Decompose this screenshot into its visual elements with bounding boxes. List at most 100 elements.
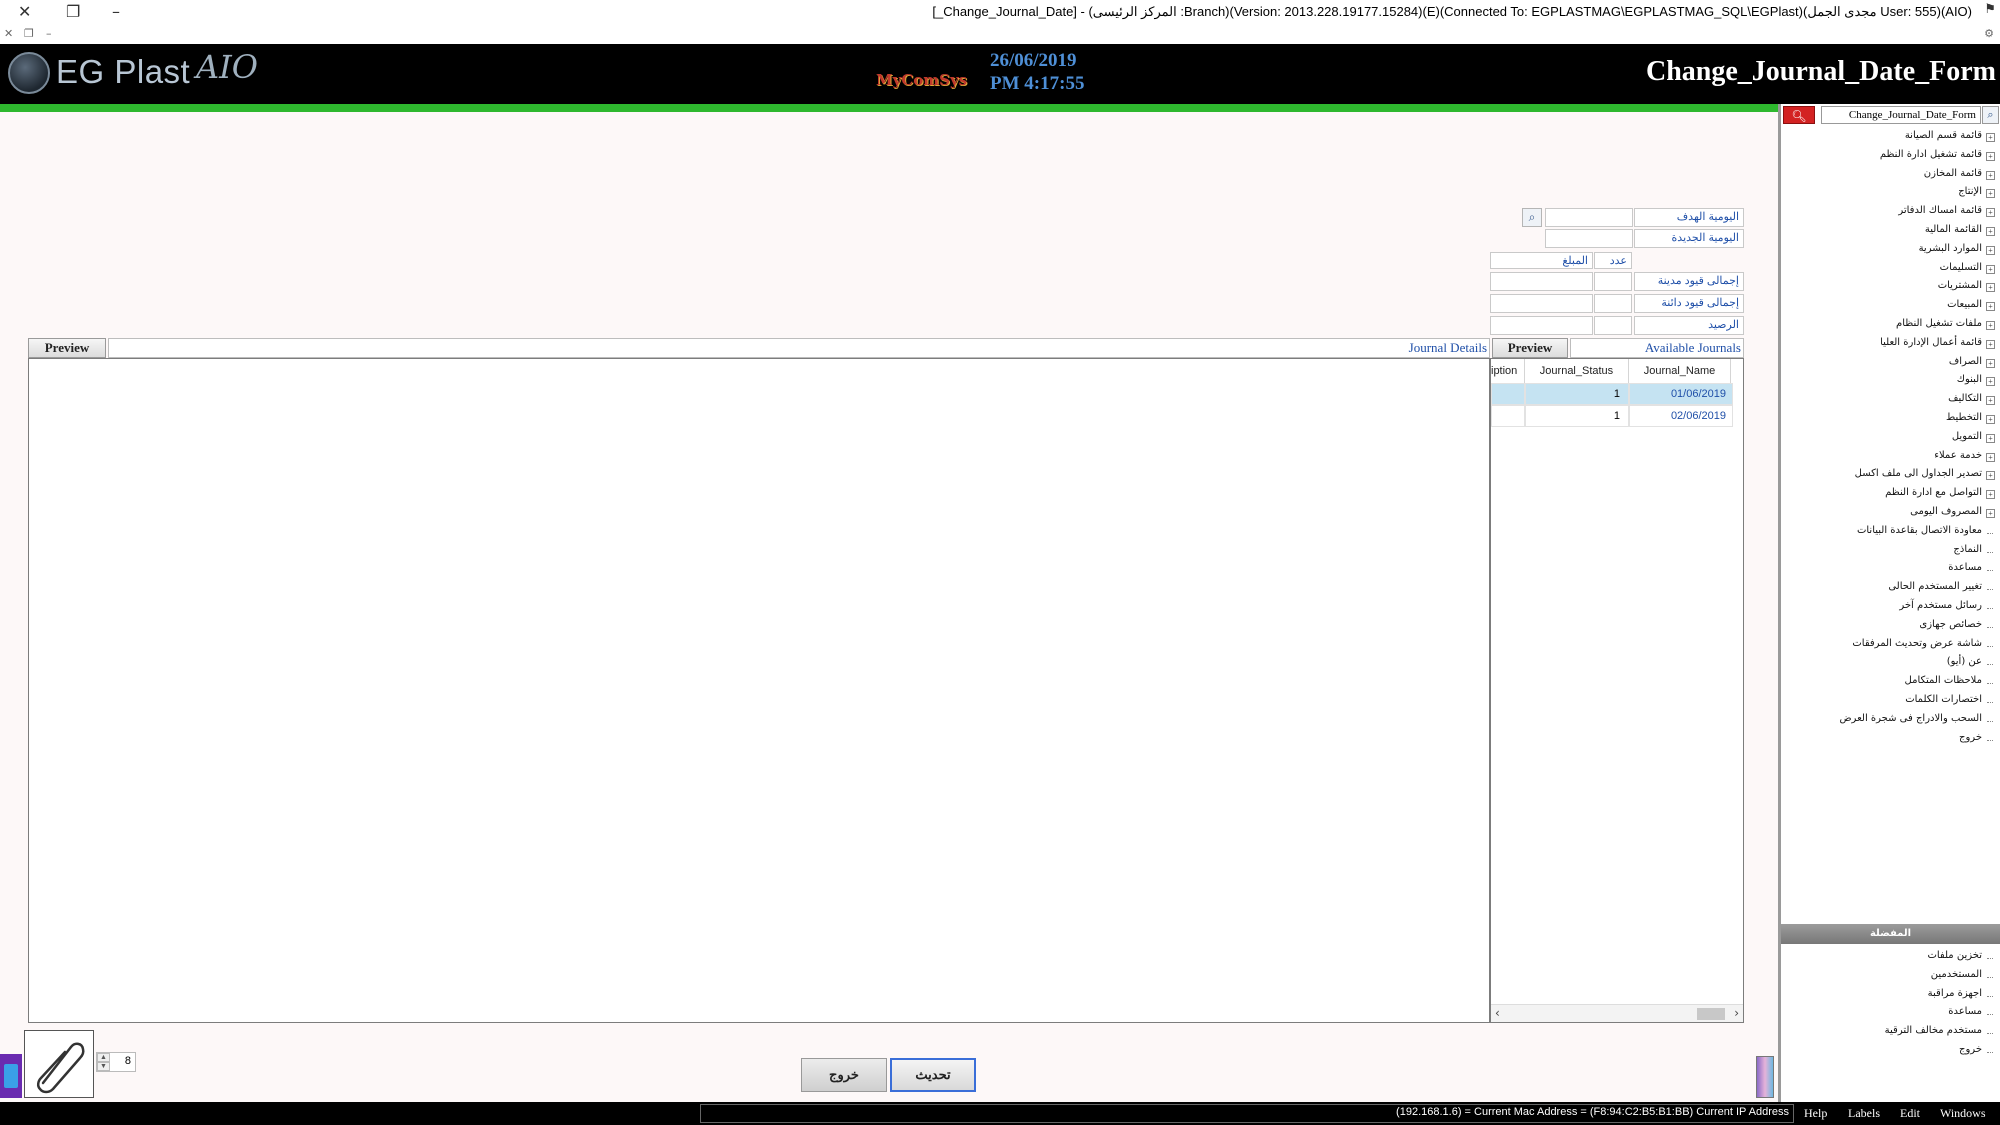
close-icon[interactable]: ✕ <box>18 2 31 21</box>
nav-item-label: الصراف <box>1948 355 1982 367</box>
balance-count <box>1594 316 1632 335</box>
expand-icon[interactable]: + <box>1986 339 1995 349</box>
tree-line-icon <box>1987 532 1993 534</box>
expand-icon[interactable]: + <box>1986 170 1995 180</box>
journals-preview-button[interactable]: Preview <box>1492 338 1568 358</box>
column-header-journal-status[interactable]: Journal_Status <box>1525 359 1629 383</box>
title-bar: ✕ ❐ – [_Change_Journal_Date] - (المركز ا… <box>0 0 2000 26</box>
mdi-settings-icon[interactable]: ⚙ <box>1984 27 1994 40</box>
horizontal-scrollbar[interactable]: ‹ › <box>1491 1004 1743 1022</box>
expand-icon[interactable]: + <box>1986 433 1995 443</box>
expand-icon[interactable]: + <box>1986 377 1995 387</box>
favorites-header: المفضلة <box>1781 924 2000 944</box>
row-description-cell <box>1491 383 1525 405</box>
nav-search-input[interactable]: Change_Journal_Date_Form <box>1821 106 1981 124</box>
scroll-thumb[interactable] <box>1697 1008 1725 1020</box>
expand-icon[interactable]: + <box>1986 415 1995 424</box>
minimize-icon[interactable]: – <box>112 2 120 21</box>
column-header-description[interactable]: iption <box>1491 359 1525 383</box>
menu-edit[interactable]: Edit <box>1900 1106 1920 1121</box>
update-button[interactable]: تحديث <box>890 1058 976 1092</box>
tree-line-icon <box>1987 608 1993 609</box>
details-preview-button[interactable]: Preview <box>28 338 106 358</box>
total-debit-amount <box>1490 272 1593 291</box>
side-tab[interactable] <box>0 1054 22 1098</box>
side-tab-icon <box>4 1064 18 1088</box>
status-bar: (192.168.1.6) = Current Mac Address = (F… <box>0 1102 2000 1125</box>
tree-line-icon <box>1987 645 1993 647</box>
expand-icon[interactable]: + <box>1986 208 1995 218</box>
column-header-journal-name[interactable]: Journal_Name <box>1629 359 1731 383</box>
header-date: 26/06/2019 <box>990 50 1077 71</box>
target-journal-field[interactable] <box>1545 208 1633 227</box>
app-name: EG Plast <box>56 53 191 90</box>
tree-line-icon <box>1987 702 1993 703</box>
page-spinner[interactable]: ▲ ▼ 8 <box>96 1052 136 1072</box>
expand-icon[interactable]: + <box>1986 227 1995 236</box>
app-header: EG Plast AIO MyComSys 26/06/2019 PM 4:17… <box>0 44 2000 104</box>
nav-item-label: التخطيط <box>1945 412 1982 423</box>
journal-search-icon[interactable]: ⌕ <box>1522 208 1542 227</box>
window-title: [_Change_Journal_Date] - (المركز الرئيسى… <box>932 4 1972 19</box>
row-name-cell: 02/06/2019 <box>1629 405 1733 427</box>
nav-item-label: المصروف اليومى <box>1910 506 1982 517</box>
nav-item-label: قائمة أعمال الإدارة العليا <box>1880 336 1982 348</box>
tree-line-icon <box>1987 739 1993 741</box>
nav-item-label: اختصارات الكلمات <box>1905 694 1982 705</box>
expand-icon[interactable]: + <box>1986 509 1995 518</box>
expand-icon[interactable]: + <box>1986 283 1995 293</box>
new-journal-label: اليومية الجديدة <box>1634 229 1744 248</box>
expand-icon[interactable]: + <box>1986 321 1995 330</box>
nav-item-label: الإنتاج <box>1958 186 1982 198</box>
menu-help[interactable]: Help <box>1804 1106 1827 1121</box>
expand-icon[interactable]: + <box>1986 490 1995 500</box>
journal-details-grid[interactable] <box>28 358 1490 1023</box>
status-box: (192.168.1.6) = Current Mac Address = (F… <box>700 1104 1794 1123</box>
attachment-button[interactable] <box>24 1030 94 1098</box>
expand-icon[interactable]: + <box>1986 396 1995 406</box>
menu-windows[interactable]: Windows <box>1940 1106 1986 1121</box>
status-text: (192.168.1.6) = Current Mac Address = (F… <box>1396 1106 1789 1118</box>
expand-icon[interactable]: + <box>1986 133 1995 142</box>
nav-item-label: رسائل مستخدم آخر <box>1899 600 1982 611</box>
spin-up-icon[interactable]: ▲ <box>97 1053 110 1062</box>
mdi-close-icon[interactable]: ✕ <box>4 27 13 40</box>
expand-icon[interactable]: + <box>1986 452 1995 462</box>
nav-search-button[interactable]: 🔍︎ <box>1783 106 1815 124</box>
total-debit-count <box>1594 272 1632 291</box>
expand-icon[interactable]: + <box>1986 471 1995 481</box>
nav-item-label: مساعدة <box>1948 562 1982 574</box>
nav-item-label: معاودة الاتصال بقاعدة البيانات <box>1856 524 1982 536</box>
expand-icon[interactable]: + <box>1986 151 1995 161</box>
nav-item-label: الموارد البشرية <box>1918 242 1982 254</box>
favorite-item-label: تخزين ملفات <box>1927 950 1982 961</box>
spin-down-icon[interactable]: ▼ <box>97 1062 110 1071</box>
nav-item-label: قائمة امساك الدفاتر <box>1898 205 1982 217</box>
nav-find-icon[interactable]: ⌕ <box>1982 106 1999 124</box>
nav-item-label: خروج <box>1959 731 1982 743</box>
color-widget-icon[interactable] <box>1756 1056 1774 1098</box>
scroll-left-icon[interactable]: ‹ <box>1495 1006 1500 1020</box>
expand-icon[interactable]: + <box>1986 358 1995 368</box>
expand-icon[interactable]: + <box>1986 302 1995 312</box>
row-description-cell <box>1491 405 1525 427</box>
nav-item-label: شاشة عرض وتحديث المرفقات <box>1852 637 1982 649</box>
nav-item-label: خصائص جهازى <box>1919 618 1982 630</box>
mdi-restore-icon[interactable]: ❐ <box>24 27 34 40</box>
restore-icon[interactable]: ❐ <box>66 2 80 21</box>
nav-item-label: القائمة المالية <box>1924 224 1982 235</box>
available-journals-grid[interactable]: Journal_Name Journal_Status iption 1 01/… <box>1490 358 1744 1023</box>
expand-icon[interactable]: + <box>1986 245 1995 255</box>
mdi-minimize-icon[interactable]: – <box>46 27 52 40</box>
menu-labels[interactable]: Labels <box>1848 1106 1880 1121</box>
new-journal-field[interactable] <box>1545 229 1633 248</box>
expand-icon[interactable]: + <box>1986 189 1995 199</box>
exit-button[interactable]: خروج <box>801 1058 887 1092</box>
nav-item-label: تغيير المستخدم الحالى <box>1888 581 1982 593</box>
scroll-right-icon[interactable]: › <box>1734 1006 1739 1020</box>
journal-details-bar: Journal Details <box>108 338 1490 358</box>
favorite-item-label: مساعدة <box>1948 1006 1982 1018</box>
row-name-cell: 01/06/2019 <box>1629 383 1733 405</box>
paperclip-icon <box>36 1042 85 1094</box>
expand-icon[interactable]: + <box>1986 264 1995 274</box>
